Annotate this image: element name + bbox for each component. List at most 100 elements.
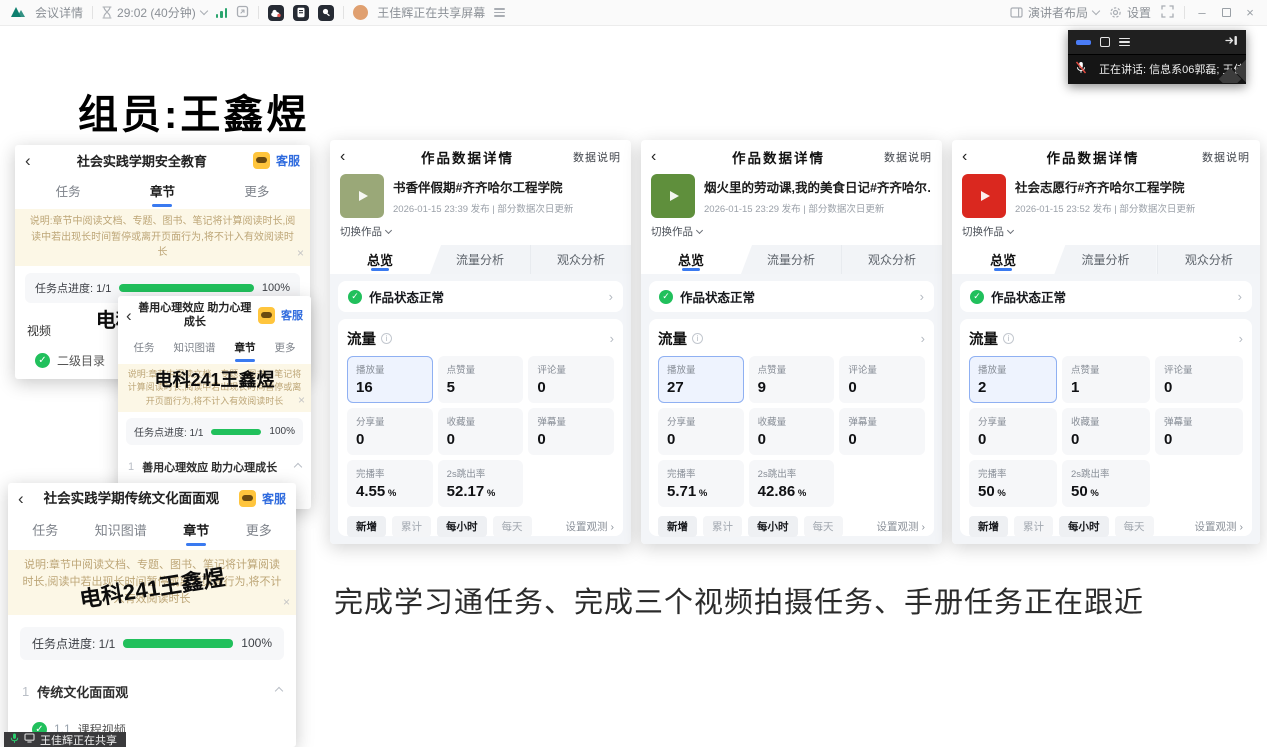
stat-收藏量[interactable]: 收藏量0 [1062, 408, 1150, 455]
filter-每天[interactable]: 每天 [1115, 516, 1154, 537]
section-row[interactable]: 1 善用心理效应 助力心理成长 [118, 451, 311, 477]
stat-完播率[interactable]: 完播率4.55 % [347, 460, 433, 507]
section-row[interactable]: 1 传统文化面面观 [8, 660, 296, 701]
tab-章节[interactable]: 章节 [231, 338, 260, 357]
mascot-icon[interactable] [239, 490, 256, 507]
info-icon[interactable]: i [692, 333, 703, 344]
stat-评论量[interactable]: 评论量0 [839, 356, 925, 403]
layout-square-icon[interactable] [1100, 37, 1110, 47]
service-link[interactable]: 客服 [281, 307, 303, 323]
close-button[interactable]: × [1243, 5, 1257, 20]
close-icon[interactable]: × [283, 593, 290, 612]
mascot-icon[interactable] [253, 152, 270, 169]
video-thumbnail[interactable] [651, 174, 695, 218]
switch-work-link[interactable]: 切换作品 [330, 220, 631, 245]
stat-弹幕量[interactable]: 弹幕量0 [528, 408, 614, 455]
observe-link[interactable]: 设置观测 › [877, 519, 926, 534]
filter-每天[interactable]: 每天 [804, 516, 843, 537]
info-icon[interactable]: i [1003, 333, 1014, 344]
back-icon[interactable]: ‹ [25, 152, 31, 169]
tab-流量分析[interactable]: 流量分析 [1054, 245, 1156, 274]
switch-work-link[interactable]: 切换作品 [641, 220, 942, 245]
video-thumbnail[interactable] [962, 174, 1006, 218]
back-icon[interactable]: ‹ [340, 149, 362, 165]
cloud-app-icon[interactable] [268, 5, 284, 21]
layout-selector[interactable]: 演讲者布局 [1010, 4, 1099, 21]
tab-更多[interactable]: 更多 [242, 518, 276, 541]
stat-2s跳出率[interactable]: 2s跳出率42.86 % [749, 460, 835, 507]
stat-播放量[interactable]: 播放量27 [658, 356, 744, 403]
data-explain-link[interactable]: 数据说明 [573, 149, 621, 165]
chevron-right-icon[interactable]: › [610, 331, 614, 346]
filter-累计[interactable]: 累计 [1014, 516, 1053, 537]
stat-播放量[interactable]: 播放量2 [969, 356, 1057, 403]
filter-每天[interactable]: 每天 [493, 516, 532, 537]
stat-2s跳出率[interactable]: 2s跳出率50 % [1062, 460, 1150, 507]
stat-弹幕量[interactable]: 弹幕量0 [1155, 408, 1243, 455]
back-icon[interactable]: ‹ [962, 149, 984, 165]
stat-点赞量[interactable]: 点赞量9 [749, 356, 835, 403]
info-icon[interactable]: i [381, 333, 392, 344]
floating-video-panel[interactable]: 正在讲话: 信息系06郭磊; 王佳.. [1068, 30, 1246, 84]
stat-点赞量[interactable]: 点赞量1 [1062, 356, 1150, 403]
dock-panel-icon[interactable] [1225, 33, 1238, 51]
service-link[interactable]: 客服 [262, 490, 286, 507]
tab-任务[interactable]: 任务 [52, 179, 85, 202]
filter-新增[interactable]: 新增 [347, 516, 386, 537]
maximize-button[interactable] [1219, 5, 1233, 20]
filter-累计[interactable]: 累计 [703, 516, 742, 537]
security-app-icon[interactable] [318, 5, 334, 21]
back-icon[interactable]: ‹ [651, 149, 673, 165]
filter-每小时[interactable]: 每小时 [437, 516, 487, 537]
stat-弹幕量[interactable]: 弹幕量0 [839, 408, 925, 455]
traffic-chart[interactable]: 1234 01-15 23:00 [969, 543, 1243, 544]
tab-流量分析[interactable]: 流量分析 [430, 245, 530, 274]
stat-2s跳出率[interactable]: 2s跳出率52.17 % [438, 460, 524, 507]
chevron-right-icon[interactable]: › [1239, 331, 1243, 346]
tab-更多[interactable]: 更多 [271, 338, 300, 357]
tab-观众分析[interactable]: 观众分析 [530, 245, 631, 274]
stat-完播率[interactable]: 完播率50 % [969, 460, 1057, 507]
notes-app-icon[interactable] [293, 5, 309, 21]
stat-点赞量[interactable]: 点赞量5 [438, 356, 524, 403]
tab-观众分析[interactable]: 观众分析 [841, 245, 942, 274]
stat-播放量[interactable]: 播放量16 [347, 356, 433, 403]
stat-分享量[interactable]: 分享量0 [658, 408, 744, 455]
data-explain-link[interactable]: 数据说明 [884, 149, 932, 165]
traffic-chart[interactable]: 481216 01-15 23:00 [347, 543, 614, 544]
filter-每小时[interactable]: 每小时 [748, 516, 798, 537]
filter-新增[interactable]: 新增 [969, 516, 1008, 537]
fullscreen-button[interactable] [1161, 5, 1174, 21]
meeting-timer[interactable]: 29:02 (40分钟) [102, 4, 207, 21]
status-row[interactable]: ✓ 作品状态正常 › [338, 281, 623, 312]
stat-完播率[interactable]: 完播率5.71 % [658, 460, 744, 507]
tab-流量分析[interactable]: 流量分析 [741, 245, 841, 274]
stat-评论量[interactable]: 评论量0 [528, 356, 614, 403]
tab-章节[interactable]: 章节 [179, 518, 213, 541]
tab-任务[interactable]: 任务 [28, 518, 62, 541]
share-list-icon[interactable] [494, 6, 505, 19]
switch-work-link[interactable]: 切换作品 [952, 220, 1260, 245]
back-icon[interactable]: ‹ [18, 490, 24, 507]
tab-总览[interactable]: 总览 [952, 245, 1054, 274]
settings-button[interactable]: 设置 [1109, 4, 1151, 21]
back-icon[interactable]: ‹ [126, 307, 132, 324]
tab-总览[interactable]: 总览 [641, 245, 741, 274]
tab-知识图谱[interactable]: 知识图谱 [91, 518, 151, 541]
collapse-icon[interactable] [294, 463, 302, 471]
status-row[interactable]: ✓ 作品状态正常 › [960, 281, 1252, 312]
collapse-video-icon[interactable] [1076, 40, 1091, 45]
chevron-right-icon[interactable]: › [921, 331, 925, 346]
service-link[interactable]: 客服 [276, 152, 300, 169]
tab-总览[interactable]: 总览 [330, 245, 430, 274]
traffic-chart[interactable]: 7142128 01-15 23:00 [658, 543, 925, 544]
data-explain-link[interactable]: 数据说明 [1202, 149, 1250, 165]
stat-分享量[interactable]: 分享量0 [969, 408, 1057, 455]
filter-每小时[interactable]: 每小时 [1059, 516, 1109, 537]
mascot-icon[interactable] [258, 307, 275, 324]
video-thumbnail[interactable] [340, 174, 384, 218]
tab-任务[interactable]: 任务 [130, 338, 159, 357]
stat-收藏量[interactable]: 收藏量0 [438, 408, 524, 455]
mic-muted-icon[interactable] [1075, 61, 1087, 77]
stat-收藏量[interactable]: 收藏量0 [749, 408, 835, 455]
